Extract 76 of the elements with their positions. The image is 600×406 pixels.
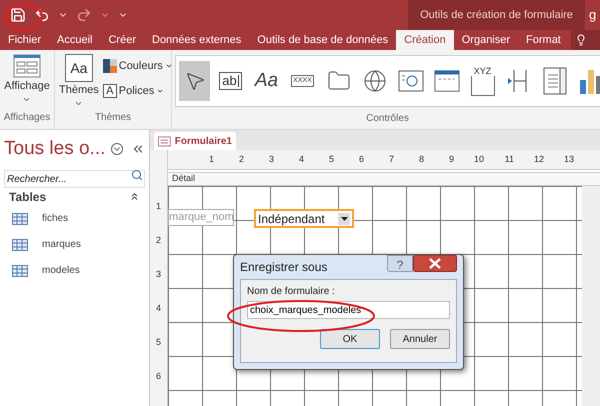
pointer-tool[interactable] [179, 61, 210, 101]
field-label: Nom de formulaire : [247, 285, 335, 299]
pane-title: Tous les o... [4, 137, 106, 161]
textbox-tool[interactable]: ab [215, 61, 246, 101]
dialog-button[interactable]: Annuler [390, 329, 450, 349]
table-item[interactable]: modeles [4, 258, 145, 284]
name-field[interactable]: choix_marques_modeles [247, 301, 450, 319]
table-item[interactable]: fiches [4, 206, 145, 232]
ribbon-tab[interactable]: Créer [100, 30, 144, 50]
ruler-number: 4 [154, 302, 162, 316]
combo-box-control[interactable]: Indépendant [254, 209, 354, 228]
dialog-button[interactable]: OK [320, 329, 380, 349]
ruler-number: 2 [238, 152, 245, 166]
ruler-number: 7 [388, 152, 395, 166]
ruler-number: 2 [154, 234, 162, 248]
collapse-icon[interactable] [129, 191, 140, 202]
view-button[interactable]: Affichage [4, 50, 50, 110]
annotation-circle [4, 2, 44, 32]
themes-button[interactable]: Aa Thèmes [59, 54, 99, 110]
dropdown-icon[interactable] [111, 143, 123, 156]
undo-icon[interactable] [34, 7, 50, 23]
search-icon[interactable] [131, 168, 143, 180]
ruler-number: 1 [208, 152, 215, 166]
group-label: Thèmes [94, 111, 132, 125]
ruler-number: 3 [268, 152, 275, 166]
section-header: Tables [9, 188, 46, 206]
save-icon[interactable] [10, 7, 26, 23]
table-item[interactable]: marques [4, 232, 145, 258]
ruler-number: 3 [154, 268, 162, 282]
ruler-number: 9 [448, 152, 455, 166]
ribbon-tab[interactable]: Création [396, 30, 454, 50]
group-label: Contrôles [365, 112, 410, 126]
dialog-title: Enregistrer sous [240, 259, 328, 276]
ruler-number: 6 [154, 370, 162, 384]
tell-me-icon[interactable] [574, 34, 587, 46]
table-icon [12, 264, 28, 276]
colors-button[interactable]: Couleurs [102, 58, 173, 74]
ruler-number: 11 [504, 152, 515, 166]
table-icon [12, 238, 28, 250]
section-bar: Détail [168, 172, 600, 186]
ribbon-tab[interactable]: Format [518, 30, 569, 50]
list-box-icon [542, 67, 566, 95]
ribbon-tab[interactable]: Données externes [144, 30, 250, 50]
ruler-number: 12 [532, 152, 545, 166]
ruler-number: 1 [154, 200, 162, 214]
window-title: g [588, 6, 596, 24]
navigation-form-icon [434, 69, 460, 93]
globe-icon [362, 69, 386, 93]
form-icon [158, 136, 171, 146]
web-page-icon [398, 70, 424, 92]
ruler-number: 8 [418, 152, 425, 166]
document-tab[interactable]: Formulaire1 [154, 132, 236, 150]
ruler-number: 10 [472, 152, 485, 166]
caret-icon [340, 216, 348, 220]
ruler-number: 5 [154, 336, 162, 350]
option-group-tool[interactable]: XYZ [467, 61, 498, 101]
help-button[interactable]: ? [387, 255, 413, 272]
theme-icon: Aa [64, 54, 93, 82]
ruler-number: 13 [562, 152, 575, 166]
table-icon [12, 212, 28, 224]
ribbon-tab[interactable]: Fichier [0, 30, 50, 50]
ruler-number: 5 [328, 152, 335, 166]
search-field[interactable]: Rechercher... [4, 170, 145, 188]
ribbon-tab[interactable]: Organiser [454, 30, 518, 50]
group-label: Affichages [4, 111, 50, 125]
bar-chart-icon [578, 68, 600, 94]
label-tool[interactable]: Aa [251, 61, 282, 101]
form-view-icon [12, 54, 41, 78]
ruler-number: 4 [298, 152, 305, 166]
color-palette-icon [102, 59, 117, 74]
ribbon-tab[interactable]: Outils de base de données [249, 30, 396, 50]
ruler-number: 6 [358, 152, 365, 166]
ribbon-tab[interactable]: Accueil [49, 30, 100, 50]
context-title: Outils de création de formulaire [408, 0, 585, 30]
close-button[interactable] [413, 255, 457, 272]
fonts-button[interactable]: A Polices [102, 82, 173, 99]
